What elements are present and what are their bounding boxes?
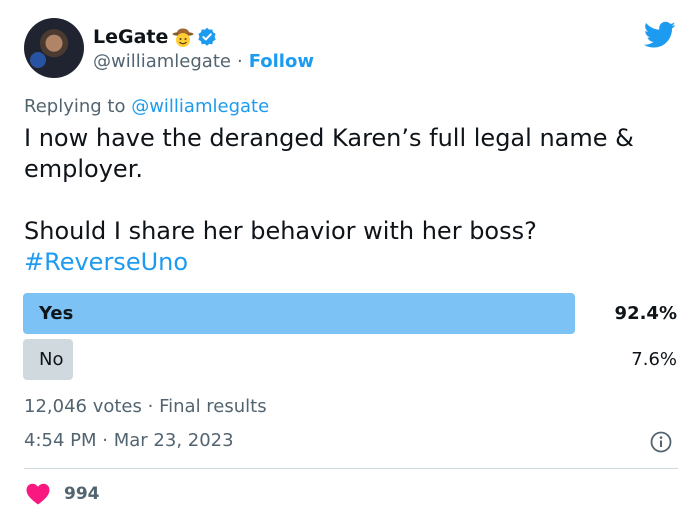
tweet-header: LeGate @williamlegate · Follow <box>24 18 680 80</box>
twitter-bird-icon[interactable] <box>644 21 676 49</box>
verified-badge-icon <box>198 27 216 46</box>
poll-percent-no: 7.6% <box>631 349 677 370</box>
author-handle-line: @williamlegate · Follow <box>93 51 314 72</box>
separator-dot: · <box>147 396 154 417</box>
tweet-line-2: Should I share her behavior with her bos… <box>24 217 537 245</box>
poll-bar-yes <box>23 293 576 334</box>
replying-to-mention[interactable]: @williamlegate <box>131 96 269 117</box>
replying-to-prefix: Replying to <box>24 96 132 117</box>
tweet-date[interactable]: Mar 23, 2023 <box>114 430 234 451</box>
tweet-timestamp[interactable]: 4:54 PM · Mar 23, 2023 <box>24 430 234 451</box>
divider <box>24 468 678 469</box>
author-name-line: LeGate <box>93 24 217 50</box>
separator-dot: · <box>236 51 243 72</box>
like-action[interactable]: 994 <box>26 483 100 505</box>
tweet-text: I now have the deranged Karen’s full leg… <box>24 123 680 278</box>
poll-label-yes: Yes <box>39 303 74 324</box>
cowboy-hat-face-icon <box>172 28 194 47</box>
poll-label-no: No <box>39 349 64 370</box>
separator-dot: · <box>102 430 108 451</box>
poll-option-yes: Yes 92.4% <box>23 293 679 334</box>
info-icon[interactable] <box>650 431 672 453</box>
follow-button[interactable]: Follow <box>249 51 314 72</box>
avatar[interactable] <box>24 18 84 78</box>
like-count: 994 <box>64 484 100 504</box>
poll-status: Final results <box>159 396 267 417</box>
display-name[interactable]: LeGate <box>93 26 168 48</box>
tweet-line-1: I now have the deranged Karen’s full leg… <box>24 124 634 183</box>
poll-option-no: No 7.6% <box>23 339 679 380</box>
tweet-time[interactable]: 4:54 PM <box>24 430 97 451</box>
poll-percent-yes: 92.4% <box>614 303 677 324</box>
replying-to: Replying to @williamlegate <box>24 96 269 117</box>
heart-icon[interactable] <box>26 483 50 505</box>
hashtag-link[interactable]: #ReverseUno <box>24 248 188 276</box>
poll-meta: 12,046 votes · Final results <box>24 396 267 417</box>
poll-votes: 12,046 votes <box>24 396 142 417</box>
author-handle[interactable]: @williamlegate <box>93 51 231 72</box>
